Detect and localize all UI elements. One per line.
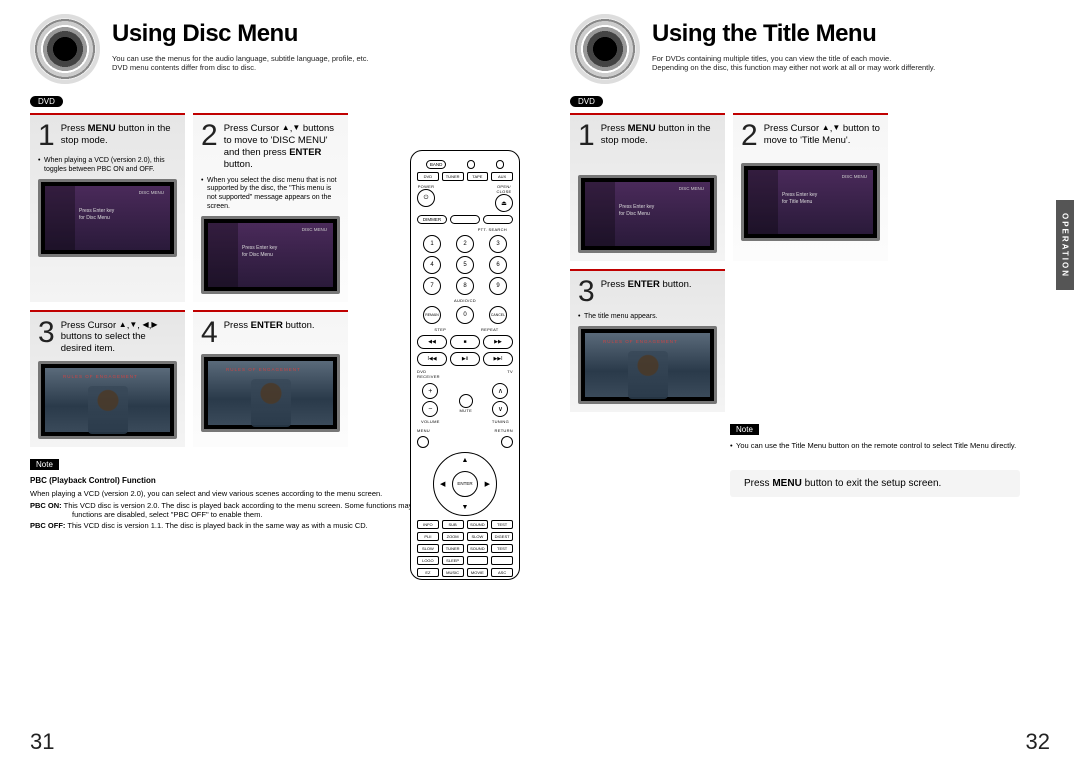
step-number: 1 (38, 121, 55, 151)
numpad-5[interactable]: 5 (456, 256, 474, 274)
steps-right: 1 Press MENU button in the stop mode. DI… (570, 113, 1050, 412)
numpad-3[interactable]: 3 (489, 235, 507, 253)
dpad-left-icon[interactable]: ◀ (440, 480, 445, 488)
step-bullet: When you select the disc menu that is no… (201, 177, 340, 212)
step-r2: 2 Press Cursor ▲,▼ button to move to 'Ti… (733, 113, 888, 261)
menu-button[interactable] (417, 436, 429, 448)
numpad-9[interactable]: 9 (489, 277, 507, 295)
steps-left: 1 Press MENU button in the stop mode. Wh… (30, 113, 360, 447)
tv-screenshot: RULES OF ENGAGEMENT (578, 326, 717, 404)
dvd-badge-left: DVD (30, 96, 63, 107)
volume-up-button[interactable]: + (422, 383, 438, 399)
page-subtitle-left: You can use the menus for the audio lang… (112, 54, 510, 72)
numpad-0[interactable]: 0 (456, 306, 474, 324)
tv-screenshot: DISC MENU Press Enter key for Disc Menu (38, 179, 177, 257)
dvd-badge-right: DVD (570, 96, 603, 107)
tv-screenshot: DISC MENU Press Enter key for Disc Menu (578, 175, 717, 253)
numpad-7[interactable]: 7 (423, 277, 441, 295)
numpad-4[interactable]: 4 (423, 256, 441, 274)
volume-down-button[interactable]: − (422, 401, 438, 417)
step-r3: 3 Press ENTER button. The title menu app… (570, 269, 725, 412)
dpad-up-icon[interactable]: ▲ (462, 457, 469, 464)
step-text-r2: Press Cursor ▲,▼ button to move to 'Titl… (764, 121, 880, 151)
step-r1: 1 Press MENU button in the stop mode. DI… (570, 113, 725, 261)
page-32: Using the Title Menu For DVDs containing… (540, 0, 1080, 763)
enter-button[interactable]: ENTER (452, 471, 478, 497)
page-number-left: 31 (30, 729, 54, 755)
page-31: Using Disc Menu You can use the menus fo… (0, 0, 540, 763)
note-label-right: Note (730, 424, 759, 435)
page-title-right: Using the Title Menu (652, 20, 1040, 48)
rewind-button[interactable]: ◀◀ (417, 335, 447, 349)
numpad-1[interactable]: 1 (423, 235, 441, 253)
page-title-left: Using Disc Menu (112, 20, 510, 48)
remain-button[interactable]: REMAIN (423, 306, 441, 324)
header-right: Using the Title Menu For DVDs containing… (570, 20, 1040, 84)
dpad-down-icon[interactable]: ▼ (462, 504, 469, 511)
tv-screenshot: RULES OF ENGAGEMENT (38, 361, 177, 439)
step-number: 4 (201, 318, 218, 348)
open-close-button[interactable]: ⏏ (495, 194, 513, 212)
tv-screenshot: RULES OF ENGAGEMENT (201, 354, 340, 432)
step-text: Press MENU button in the stop mode. (61, 121, 177, 151)
cancel-button[interactable]: CANCEL (489, 306, 507, 324)
step-number: 2 (201, 121, 218, 171)
numpad-8[interactable]: 8 (456, 277, 474, 295)
step-number: 3 (38, 318, 55, 356)
mute-button[interactable] (459, 394, 473, 408)
step-text: Press Cursor ▲,▼, ◀,▶ buttons to select … (61, 318, 177, 356)
tv-screenshot: DISC MENU Press Enter key for Title Menu (741, 163, 880, 241)
remote-control: BAND DVDTUNERTAPEAUX POWER ⏻ OPEN/ CLOSE… (410, 150, 520, 590)
numpad-2[interactable]: 2 (456, 235, 474, 253)
step-text: Press ENTER button. (224, 318, 315, 348)
dpad-right-icon[interactable]: ▶ (485, 480, 490, 488)
speaker-icon (570, 14, 640, 84)
return-button[interactable] (501, 436, 513, 448)
step-bullet: When playing a VCD (version 2.0), this t… (38, 157, 177, 175)
power-button[interactable]: ⏻ (417, 189, 435, 207)
play-pause-button[interactable]: ▶Ⅱ (450, 352, 480, 366)
step-1: 1 Press MENU button in the stop mode. Wh… (30, 113, 185, 302)
tuning-up-button[interactable]: ∧ (492, 383, 508, 399)
forward-button[interactable]: ▶▶ (483, 335, 513, 349)
page-number-right: 32 (1026, 729, 1050, 755)
step-text: Press Cursor ▲,▼ buttons to move to 'DIS… (224, 121, 340, 171)
step-2: 2 Press Cursor ▲,▼ buttons to move to 'D… (193, 113, 348, 302)
next-button[interactable]: ▶▶I (483, 352, 513, 366)
step-text-r3: Press ENTER button. (601, 277, 692, 307)
tuning-down-button[interactable]: ∨ (492, 401, 508, 417)
header-left: Using Disc Menu You can use the menus fo… (30, 20, 510, 84)
step-3: 3 Press Cursor ▲,▼, ◀,▶ buttons to selec… (30, 310, 185, 448)
prev-button[interactable]: I◀◀ (417, 352, 447, 366)
stop-button[interactable]: ■ (450, 335, 480, 349)
step-4: 4 Press ENTER button. RULES OF ENGAGEMEN… (193, 310, 348, 448)
note-text-right: You can use the Title Menu button on the… (730, 441, 1040, 450)
step-text-r1: Press MENU button in the stop mode. (601, 121, 717, 151)
side-tab-operation: OPERATION (1056, 200, 1074, 290)
tv-screenshot: DISC MENU Press Enter key for Disc Menu (201, 216, 340, 294)
note-label: Note (30, 459, 59, 470)
exit-callout: Press MENU button to exit the setup scre… (730, 470, 1020, 497)
dpad[interactable]: ▲ ▼ ◀ ▶ ENTER (433, 452, 497, 516)
page-subtitle-right: For DVDs containing multiple titles, you… (652, 54, 1040, 72)
numpad-6[interactable]: 6 (489, 256, 507, 274)
speaker-icon (30, 14, 100, 84)
